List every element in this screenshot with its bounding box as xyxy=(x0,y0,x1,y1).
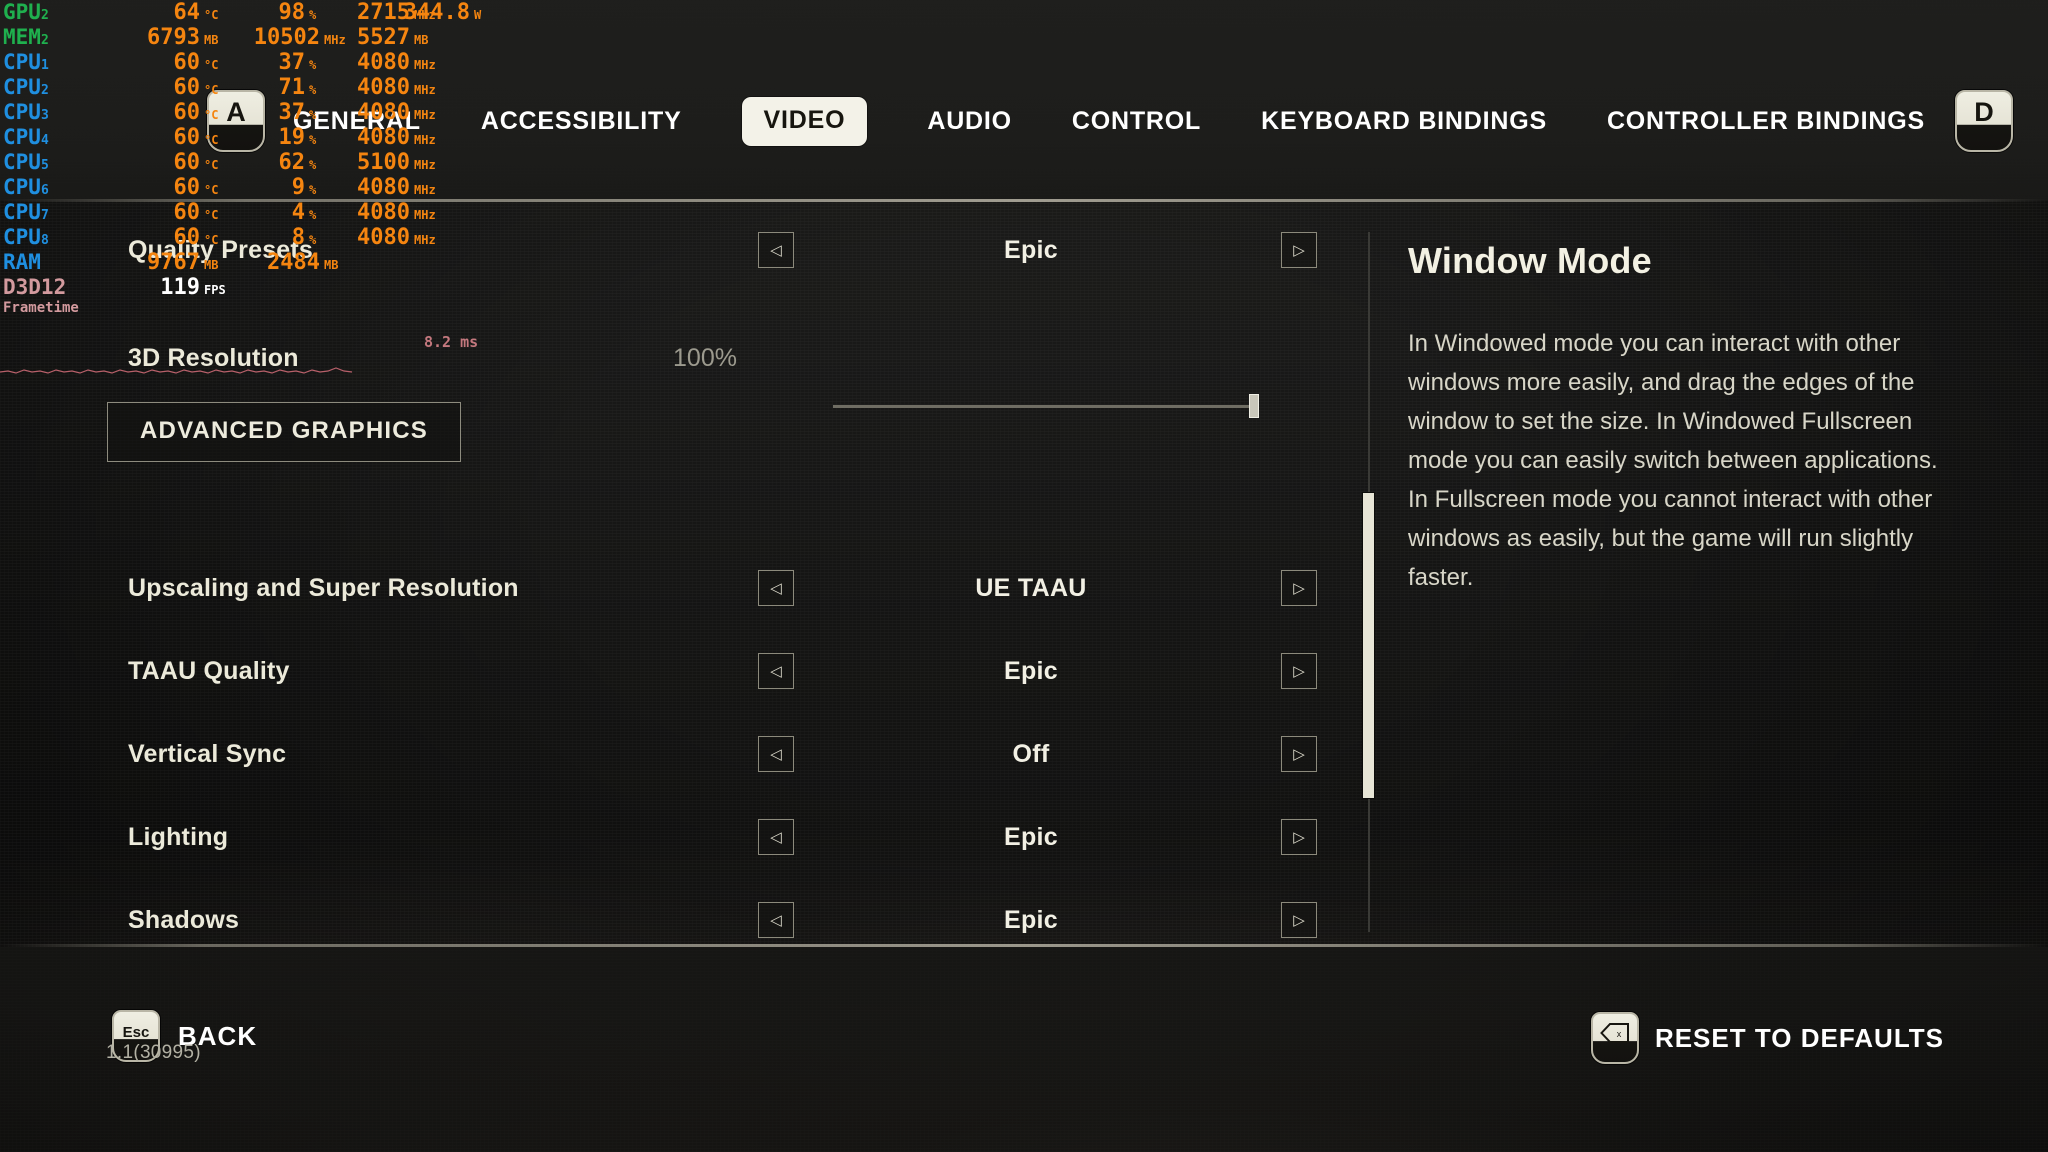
settings-tab-bar: A GENERAL ACCESSIBILITY VIDEO AUDIO CONT… xyxy=(0,85,2048,157)
increment-button[interactable]: ▷ xyxy=(1281,570,1317,606)
tab-video[interactable]: VIDEO xyxy=(741,96,868,146)
setting-value: 100% xyxy=(673,343,737,372)
advanced-graphics-button[interactable]: ADVANCED GRAPHICS xyxy=(107,402,461,462)
setting-row-lighting[interactable]: Lighting ◁ Epic ▷ xyxy=(0,807,1340,867)
tab-accessibility[interactable]: ACCESSIBILITY xyxy=(481,107,682,136)
setting-label: Vertical Sync xyxy=(128,739,287,768)
increment-button[interactable]: ▷ xyxy=(1281,736,1317,772)
increment-button[interactable]: ▷ xyxy=(1281,902,1317,938)
settings-list: Quality Presets ◁ Epic ▷ 3D Resolution 1… xyxy=(0,202,1340,942)
setting-row-taau-quality[interactable]: TAAU Quality ◁ Epic ▷ xyxy=(0,641,1340,701)
next-tab-keycap[interactable]: D xyxy=(1954,90,2013,152)
increment-button[interactable]: ▷ xyxy=(1281,232,1317,268)
description-title: Window Mode xyxy=(1408,240,1652,281)
tab-keyboard-bindings[interactable]: KEYBOARD BINDINGS xyxy=(1261,107,1547,136)
prev-tab-keycap[interactable]: A xyxy=(207,90,265,152)
tab-controller-bindings[interactable]: CONTROLLER BINDINGS xyxy=(1607,107,1925,136)
next-tab-key-label: D xyxy=(1974,97,1994,127)
setting-row-quality-presets[interactable]: Quality Presets ◁ Epic ▷ xyxy=(0,220,1340,280)
tab-general[interactable]: GENERAL xyxy=(293,107,421,136)
setting-value: Epic xyxy=(1004,656,1058,685)
bottom-divider xyxy=(0,944,2048,947)
frametime-value: 8.2 ms xyxy=(424,333,479,351)
setting-row-vertical-sync[interactable]: Vertical Sync ◁ Off ▷ xyxy=(0,724,1340,784)
setting-label: TAAU Quality xyxy=(128,656,290,685)
setting-value: Epic xyxy=(1004,235,1058,264)
backspace-icon: x xyxy=(1600,1023,1629,1043)
setting-row-upscaling[interactable]: Upscaling and Super Resolution ◁ UE TAAU… xyxy=(0,558,1340,618)
setting-value: UE TAAU xyxy=(975,573,1087,602)
version-label: 1.1(30995) xyxy=(106,1042,201,1063)
setting-row-shadows[interactable]: Shadows ◁ Epic ▷ xyxy=(0,890,1340,950)
description-panel: Window Mode In Windowed mode you can int… xyxy=(1408,240,1948,597)
resolution-slider-track[interactable] xyxy=(833,405,1253,408)
backspace-keycap-icon: x xyxy=(1590,1012,1639,1064)
svg-text:x: x xyxy=(1617,1029,1622,1039)
prev-tab-key-label: A xyxy=(226,97,246,127)
reset-to-defaults-button[interactable]: x RESET TO DEFAULTS xyxy=(1590,1012,1944,1064)
setting-label: Lighting xyxy=(128,822,229,851)
frametime-graph xyxy=(0,367,353,374)
increment-button[interactable]: ▷ xyxy=(1281,653,1317,689)
reset-label: RESET TO DEFAULTS xyxy=(1654,1022,1944,1053)
increment-button[interactable]: ▷ xyxy=(1281,819,1317,855)
tab-control[interactable]: CONTROL xyxy=(1072,107,1201,136)
setting-label: Upscaling and Super Resolution xyxy=(128,573,519,602)
resolution-slider-thumb[interactable] xyxy=(1249,394,1259,418)
setting-label: Quality Presets xyxy=(128,235,314,264)
setting-value: Epic xyxy=(1004,822,1058,851)
settings-scrollbar-thumb[interactable] xyxy=(1362,492,1375,799)
tab-audio[interactable]: AUDIO xyxy=(927,107,1012,136)
setting-label: Shadows xyxy=(128,905,240,934)
setting-value: Epic xyxy=(1004,905,1058,934)
setting-value: Off xyxy=(1012,739,1050,768)
description-body: In Windowed mode you can interact with o… xyxy=(1408,330,1938,591)
